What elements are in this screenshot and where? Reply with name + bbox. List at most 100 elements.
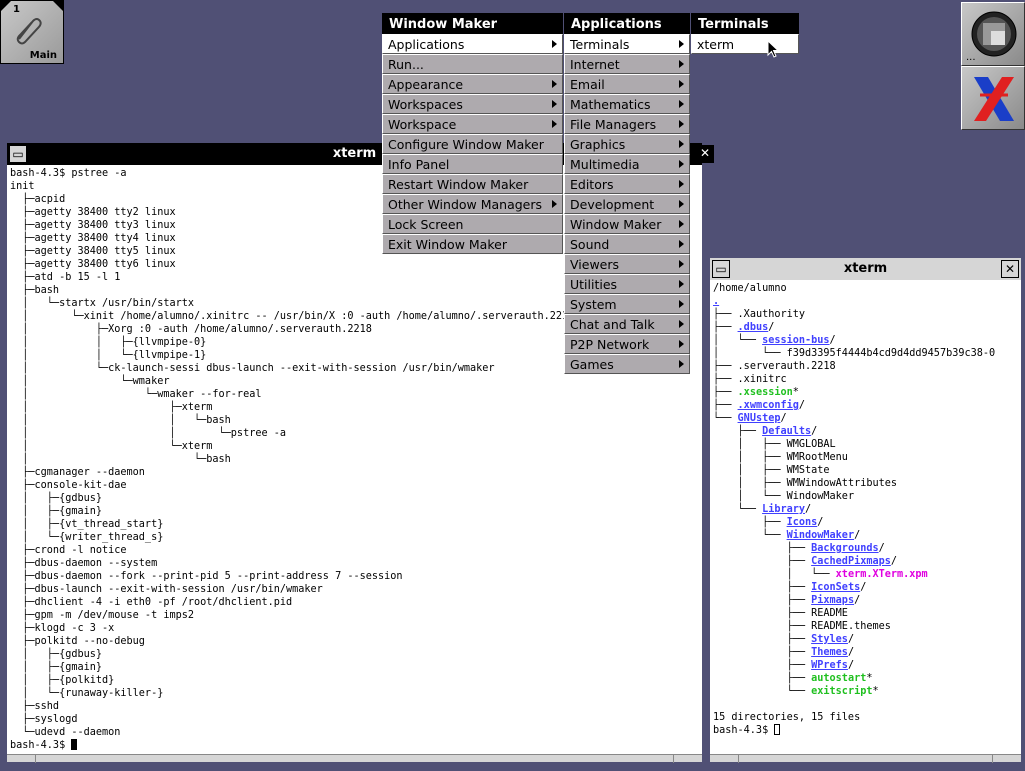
menu-item-internet[interactable]: Internet — [564, 54, 690, 74]
tree-entry-suffix: / — [890, 556, 898, 567]
menu-item-label: Info Panel — [388, 157, 450, 172]
tree-branch: │ ├── — [713, 478, 787, 489]
tree-line: │ └── WindowMaker — [713, 490, 1021, 503]
menu-item-configure-window-maker[interactable]: Configure Window Maker — [382, 134, 563, 154]
tree-branch: │ ├── — [713, 465, 787, 476]
menu-item-games[interactable]: Games — [564, 354, 690, 374]
clip-prev-workspace-icon[interactable] — [1, 1, 11, 11]
menu-item-window-maker[interactable]: Window Maker — [564, 214, 690, 234]
submenu-arrow-icon — [552, 200, 557, 208]
menu-item-workspaces[interactable]: Workspaces — [382, 94, 563, 114]
menu-item-lock-screen[interactable]: Lock Screen — [382, 214, 563, 234]
menu-item-mathematics[interactable]: Mathematics — [564, 94, 690, 114]
terminal-line: │ └─xterm — [10, 441, 213, 452]
menu-item-workspace[interactable]: Workspace — [382, 114, 563, 134]
menu-item-system[interactable]: System — [564, 294, 690, 314]
menu-item-info-panel[interactable]: Info Panel — [382, 154, 563, 174]
tree-branch: ├── — [713, 387, 738, 398]
menu-item-label: Multimedia — [570, 157, 640, 172]
menu-item-p2p-network[interactable]: P2P Network — [564, 334, 690, 354]
tree-line: ├── IconSets/ — [713, 581, 1021, 594]
tree-branch: │ └── — [713, 491, 787, 502]
menu-item-label: Appearance — [388, 77, 464, 92]
applications-menu-title[interactable]: Applications — [564, 13, 690, 34]
tree-entry-dir: Themes — [811, 647, 848, 658]
xterm-tree-window[interactable]: ▭ xterm ✕ /home/alumno. ├── .Xauthority ├─… — [710, 258, 1021, 763]
menu-item-sound[interactable]: Sound — [564, 234, 690, 254]
menu-item-email[interactable]: Email — [564, 74, 690, 94]
prompt: bash-4.3$ — [713, 725, 775, 736]
menu-item-xterm[interactable]: xterm — [691, 34, 799, 54]
menu-item-label: Run... — [388, 57, 424, 72]
minimize-button[interactable]: ▭ — [9, 145, 27, 163]
xterm-main-resizebar[interactable] — [7, 754, 702, 763]
menu-item-label: P2P Network — [570, 337, 650, 352]
menu-item-terminals[interactable]: Terminals — [564, 34, 690, 54]
tree-branch: ├── — [713, 543, 812, 554]
applications-menu: Applications Terminals Internet Email Mathem… — [564, 13, 690, 374]
prompt: bash-4.3$ — [10, 740, 72, 751]
menu-item-viewers[interactable]: Viewers — [564, 254, 690, 274]
menu-item-other-window-managers[interactable]: Other Window Managers — [382, 194, 563, 214]
submenu-arrow-icon — [679, 120, 684, 128]
menu-item-multimedia[interactable]: Multimedia — [564, 154, 690, 174]
minimize-button[interactable]: ▭ — [712, 260, 730, 278]
tree-line: └── exitscript* — [713, 685, 1021, 698]
tree-entry-file: .xinitrc — [737, 374, 787, 385]
tree-line: └── Library/ — [713, 503, 1021, 516]
tree-entry-suffix: / — [780, 413, 787, 424]
terminal-line: │ └─{writer_thread_s} — [10, 532, 164, 543]
menu-item-exit-window-maker[interactable]: Exit Window Maker — [382, 234, 563, 254]
tree-entry-file: WMState — [786, 465, 830, 476]
menu-item-chat-and-talk[interactable]: Chat and Talk — [564, 314, 690, 334]
submenu-arrow-icon — [679, 280, 684, 288]
xterm-tree-resizebar[interactable] — [710, 754, 1021, 763]
tree-entry-suffix: / — [847, 660, 855, 671]
xterm-tree-titlebar[interactable]: ▭ xterm ✕ — [710, 258, 1021, 281]
window-maker-menu-title[interactable]: Window Maker — [382, 13, 563, 34]
menu-item-applications[interactable]: Applications — [382, 34, 563, 54]
menu-item-label: Other Window Managers — [388, 197, 543, 212]
tree-line: ├── .dbus/ — [713, 321, 1021, 334]
submenu-arrow-icon — [679, 100, 684, 108]
menu-item-restart-window-maker[interactable]: Restart Window Maker — [382, 174, 563, 194]
dock-wmaker-tile[interactable]: ... — [961, 2, 1025, 66]
tree-entry-suffix: / — [854, 595, 861, 606]
tree-entry-suffix: * — [866, 673, 873, 684]
tree-entry-suffix: / — [878, 543, 885, 554]
terminal-line: │ ├─{gmain} — [10, 506, 103, 517]
menu-item-graphics[interactable]: Graphics — [564, 134, 690, 154]
tree-branch: ├── — [713, 426, 763, 437]
menu-item-utilities[interactable]: Utilities — [564, 274, 690, 294]
workspace-clip[interactable]: 1 Main — [0, 0, 64, 64]
menu-item-appearance[interactable]: Appearance — [382, 74, 563, 94]
close-button[interactable]: ✕ — [696, 145, 714, 163]
tree-entry-file: README — [811, 608, 848, 619]
close-button[interactable]: ✕ — [1001, 260, 1019, 278]
dock-xterm-tile[interactable] — [961, 66, 1025, 130]
terminal-line: │ ├─xterm — [10, 402, 213, 413]
tree-entry-suffix: / — [860, 582, 867, 593]
menu-item-editors[interactable]: Editors — [564, 174, 690, 194]
tree-line: │ └── f39d3395f4444b4cd9d4dd9457b39c38-0 — [713, 347, 1021, 360]
tree-entry-file: WindowMaker — [786, 491, 855, 502]
terminal-line: │ ├─{polkitd} — [10, 675, 115, 686]
tree-entry-exe: .xsession — [737, 387, 793, 398]
tree-line: ├── .xinitrc — [713, 373, 1021, 386]
workspace-name: Main — [29, 50, 57, 61]
terminals-menu-title[interactable]: Terminals — [691, 13, 799, 34]
menu-item-run[interactable]: Run... — [382, 54, 563, 74]
tree-entry-dir: WindowMaker — [786, 530, 855, 541]
terminal-line: ├─crond -l notice — [10, 545, 127, 556]
submenu-arrow-icon — [679, 300, 684, 308]
terminal-line: ├─klogd -c 3 -x — [10, 623, 115, 634]
tree-line: ├── README — [713, 607, 1021, 620]
prompt-line: bash-4.3$ — [10, 739, 702, 752]
clip-next-workspace-icon[interactable] — [53, 1, 63, 11]
tree-branch: │ └── — [713, 348, 787, 359]
submenu-arrow-icon — [552, 100, 557, 108]
xterm-tree-terminal[interactable]: /home/alumno. ├── .Xauthority ├── .dbus/│ … — [710, 280, 1021, 754]
menu-item-file-managers[interactable]: File Managers — [564, 114, 690, 134]
menu-item-development[interactable]: Development — [564, 194, 690, 214]
